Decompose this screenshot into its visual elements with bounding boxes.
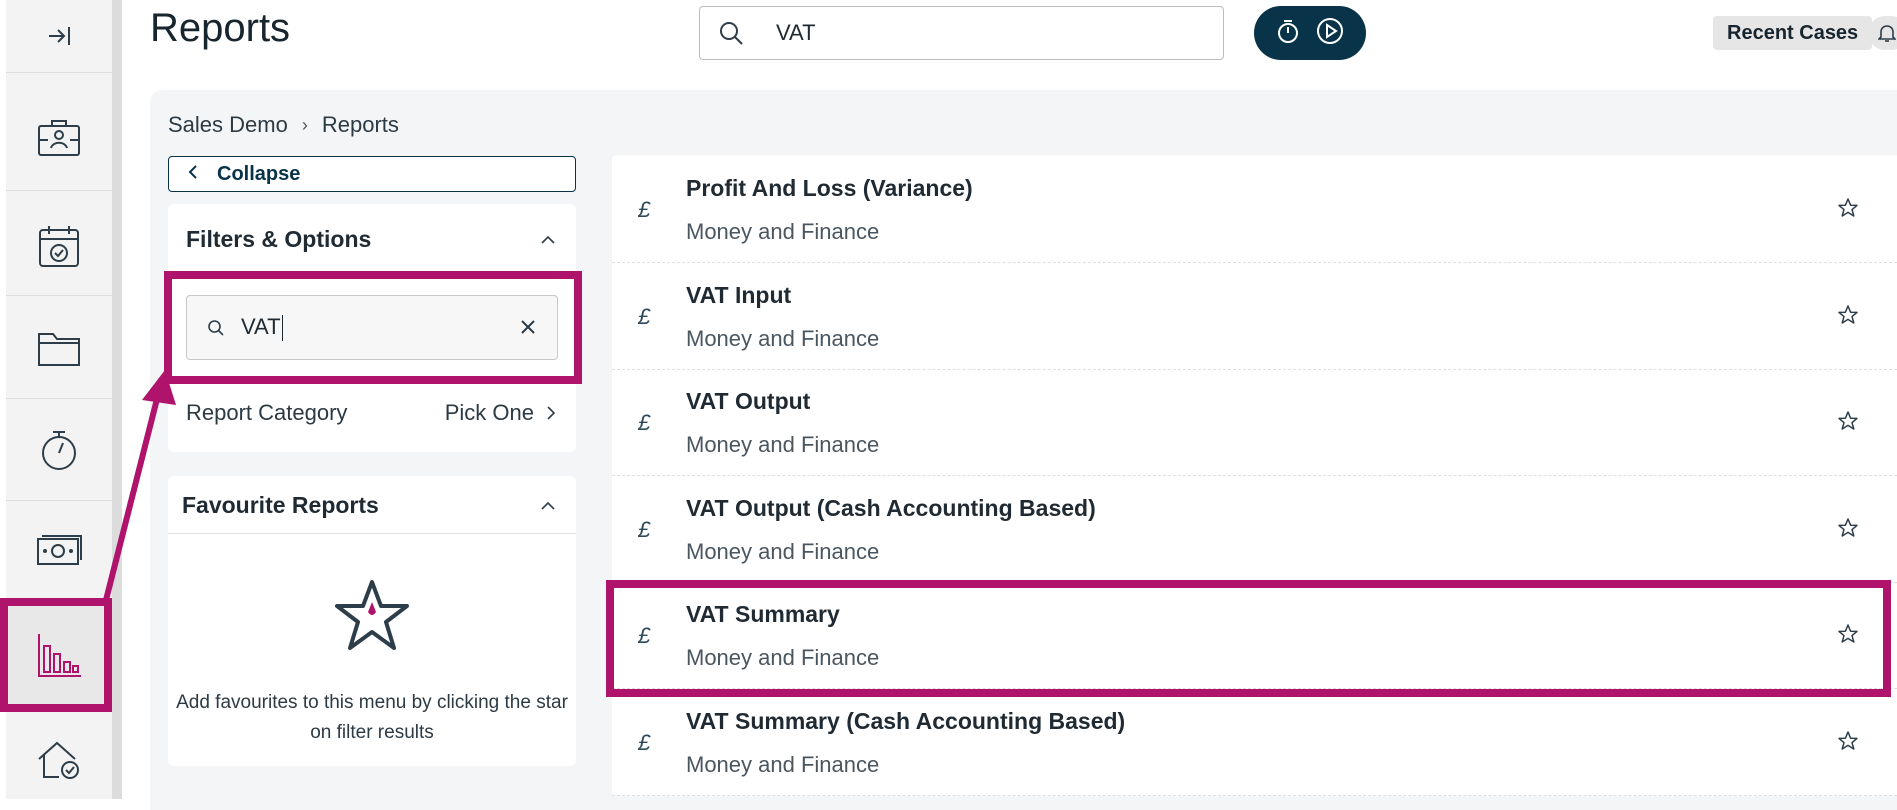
page-title: Reports [150, 6, 291, 50]
rail-time-button[interactable] [6, 402, 112, 498]
result-category: Money and Finance [686, 325, 880, 351]
breadcrumb-item-reports: Reports [321, 112, 399, 137]
expand-icon [49, 27, 70, 45]
recent-cases-button[interactable]: Recent Cases [1713, 16, 1873, 50]
annotation-highlight-vat-summary [606, 580, 1891, 697]
breadcrumb-separator: › [301, 114, 308, 135]
bell-icon [1878, 25, 1896, 42]
result-title[interactable]: VAT Output [686, 388, 810, 415]
chevron-up-icon [541, 501, 555, 510]
report-category-select[interactable]: Report Category Pick One [186, 400, 556, 426]
briefcase-person-icon [38, 120, 80, 156]
stopwatch-icon [42, 431, 76, 470]
breadcrumb: Sales Demo › Reports [168, 112, 399, 138]
folder-icon [38, 333, 80, 366]
favourite-star-icon[interactable] [1837, 410, 1859, 437]
favourite-star-icon[interactable] [1837, 730, 1859, 757]
result-title[interactable]: VAT Output (Cash Accounting Based) [686, 495, 1096, 522]
rail-calendar-button[interactable] [6, 196, 112, 296]
chevron-up-icon [541, 235, 555, 244]
notifications-button[interactable] [1868, 16, 1897, 50]
filters-panel-header[interactable]: Filters & Options [168, 204, 576, 253]
result-category: Money and Finance [686, 751, 880, 777]
chevron-right-icon [547, 406, 556, 420]
report-category-label: Report Category [186, 400, 348, 425]
global-search-input[interactable]: VAT [699, 6, 1224, 60]
banknote-icon [37, 535, 82, 565]
result-row[interactable]: £ VAT Output Money and Finance [612, 370, 1897, 476]
favourite-star-icon[interactable] [1837, 517, 1859, 544]
result-category: Money and Finance [686, 538, 880, 564]
star-icon [335, 580, 409, 650]
search-icon [718, 20, 754, 46]
rail-billing-button[interactable] [6, 504, 112, 598]
favourites-title: Favourite Reports [182, 492, 379, 518]
timer-play-icon[interactable] [1314, 15, 1346, 52]
collapse-filters-button[interactable]: Collapse [168, 156, 576, 192]
result-category: Money and Finance [686, 432, 880, 457]
result-row[interactable]: £ VAT Summary (Cash Accounting Based) Mone… [612, 689, 1897, 796]
currency-icon: £ [638, 410, 651, 435]
result-title[interactable]: VAT Summary (Cash Accounting Based) [686, 708, 1125, 735]
report-category-value: Pick One [444, 400, 534, 425]
result-row[interactable]: £ VAT Input Money and Finance [612, 263, 1897, 370]
result-title[interactable]: Profit And Loss (Variance) [686, 175, 973, 202]
calendar-check-icon [39, 226, 79, 267]
rail-cases-button[interactable] [6, 88, 112, 186]
result-row[interactable]: £ VAT Output (Cash Accounting Based) Money… [612, 476, 1897, 583]
rail-files-button[interactable] [6, 300, 112, 396]
result-row[interactable]: £ Profit And Loss (Variance) Money and Fin… [612, 157, 1897, 263]
currency-icon: £ [638, 729, 651, 755]
timer-controls [1254, 6, 1366, 60]
timer-stopwatch-icon[interactable] [1274, 17, 1302, 50]
collapse-label: Collapse [217, 162, 301, 185]
nav-rail-scrollbar[interactable] [112, 0, 122, 799]
global-search-value: VAT [776, 20, 816, 45]
annotation-highlight-search [164, 271, 582, 384]
result-category: Money and Finance [686, 219, 880, 244]
favourite-star-icon[interactable] [1837, 197, 1859, 224]
currency-icon: £ [638, 303, 651, 329]
result-title[interactable]: VAT Input [686, 282, 791, 309]
favourites-empty-state [168, 578, 576, 657]
favourites-empty-text: Add favourites to this menu by clicking … [176, 692, 568, 743]
chevron-left-icon [187, 163, 199, 186]
annotation-highlight-reports-nav [0, 598, 112, 712]
favourites-panel-header[interactable]: Favourite Reports [168, 476, 576, 534]
filters-title: Filters & Options [186, 226, 372, 252]
breadcrumb-item-sales-demo[interactable]: Sales Demo [168, 112, 288, 138]
favourite-star-icon[interactable] [1837, 304, 1859, 331]
house-check-icon [38, 741, 79, 779]
currency-icon: £ [638, 516, 651, 542]
rail-property-button[interactable] [6, 726, 112, 792]
currency-icon: £ [638, 197, 651, 222]
expand-rail-button[interactable] [6, 0, 112, 72]
